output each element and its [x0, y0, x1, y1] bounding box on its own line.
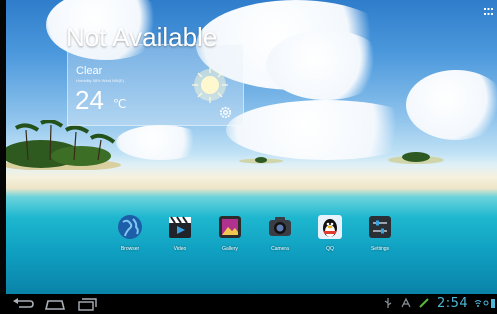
debug-icon	[401, 297, 411, 308]
app-label: Gallery	[222, 246, 238, 252]
sun-icon	[192, 67, 228, 103]
sliders-icon	[369, 216, 391, 238]
weather-unit: ℃	[113, 97, 127, 111]
penguin-icon	[318, 215, 342, 239]
cloud	[266, 30, 386, 100]
globe-icon	[118, 215, 142, 239]
recent-apps-icon[interactable]	[74, 296, 100, 312]
distant-island	[239, 157, 283, 164]
palm-island	[6, 120, 121, 170]
gallery-icon	[219, 216, 241, 238]
app-label: Video	[173, 246, 187, 252]
app-gallery[interactable]: Gallery	[210, 214, 250, 252]
app-browser[interactable]: Browser	[110, 214, 150, 252]
back-icon[interactable]	[10, 296, 36, 312]
weather-temperature: 24	[75, 85, 104, 115]
app-label: Camera	[271, 246, 289, 252]
app-label: Settings	[370, 246, 390, 252]
weather-details: Humidity 58% Wind NW(E)	[76, 78, 125, 83]
app-video[interactable]: Video	[160, 214, 200, 252]
notification-icon	[419, 298, 429, 308]
home-icon[interactable]	[42, 296, 68, 312]
camera-icon	[269, 217, 291, 236]
app-settings[interactable]: Settings	[360, 214, 400, 252]
weather-widget[interactable]: Clear Humidity 58% Wind NW(E) 24 ℃	[67, 44, 244, 126]
gear-icon[interactable]	[218, 105, 233, 120]
weather-location-title: Not Available	[66, 22, 218, 52]
wifi-icon	[474, 300, 482, 307]
weather-condition: Clear	[76, 65, 103, 77]
all-apps-grid-icon[interactable]	[484, 8, 493, 15]
battery-icon	[491, 299, 495, 308]
screen-bezel	[0, 0, 6, 294]
app-camera[interactable]: Camera	[260, 214, 300, 252]
cloud	[116, 125, 206, 160]
home-screen: Clear Humidity 58% Wind NW(E) 24 ℃ Not A…	[0, 0, 497, 314]
status-clock[interactable]: 2:54	[437, 296, 468, 311]
distant-island	[388, 152, 444, 164]
record-icon	[483, 300, 489, 306]
system-bar: 2:54	[0, 294, 497, 314]
app-qq[interactable]: QQ	[310, 214, 350, 252]
app-label: QQ	[326, 246, 334, 252]
app-label: Browser	[120, 246, 140, 252]
usb-icon	[384, 298, 392, 308]
clapperboard-icon	[169, 216, 191, 238]
